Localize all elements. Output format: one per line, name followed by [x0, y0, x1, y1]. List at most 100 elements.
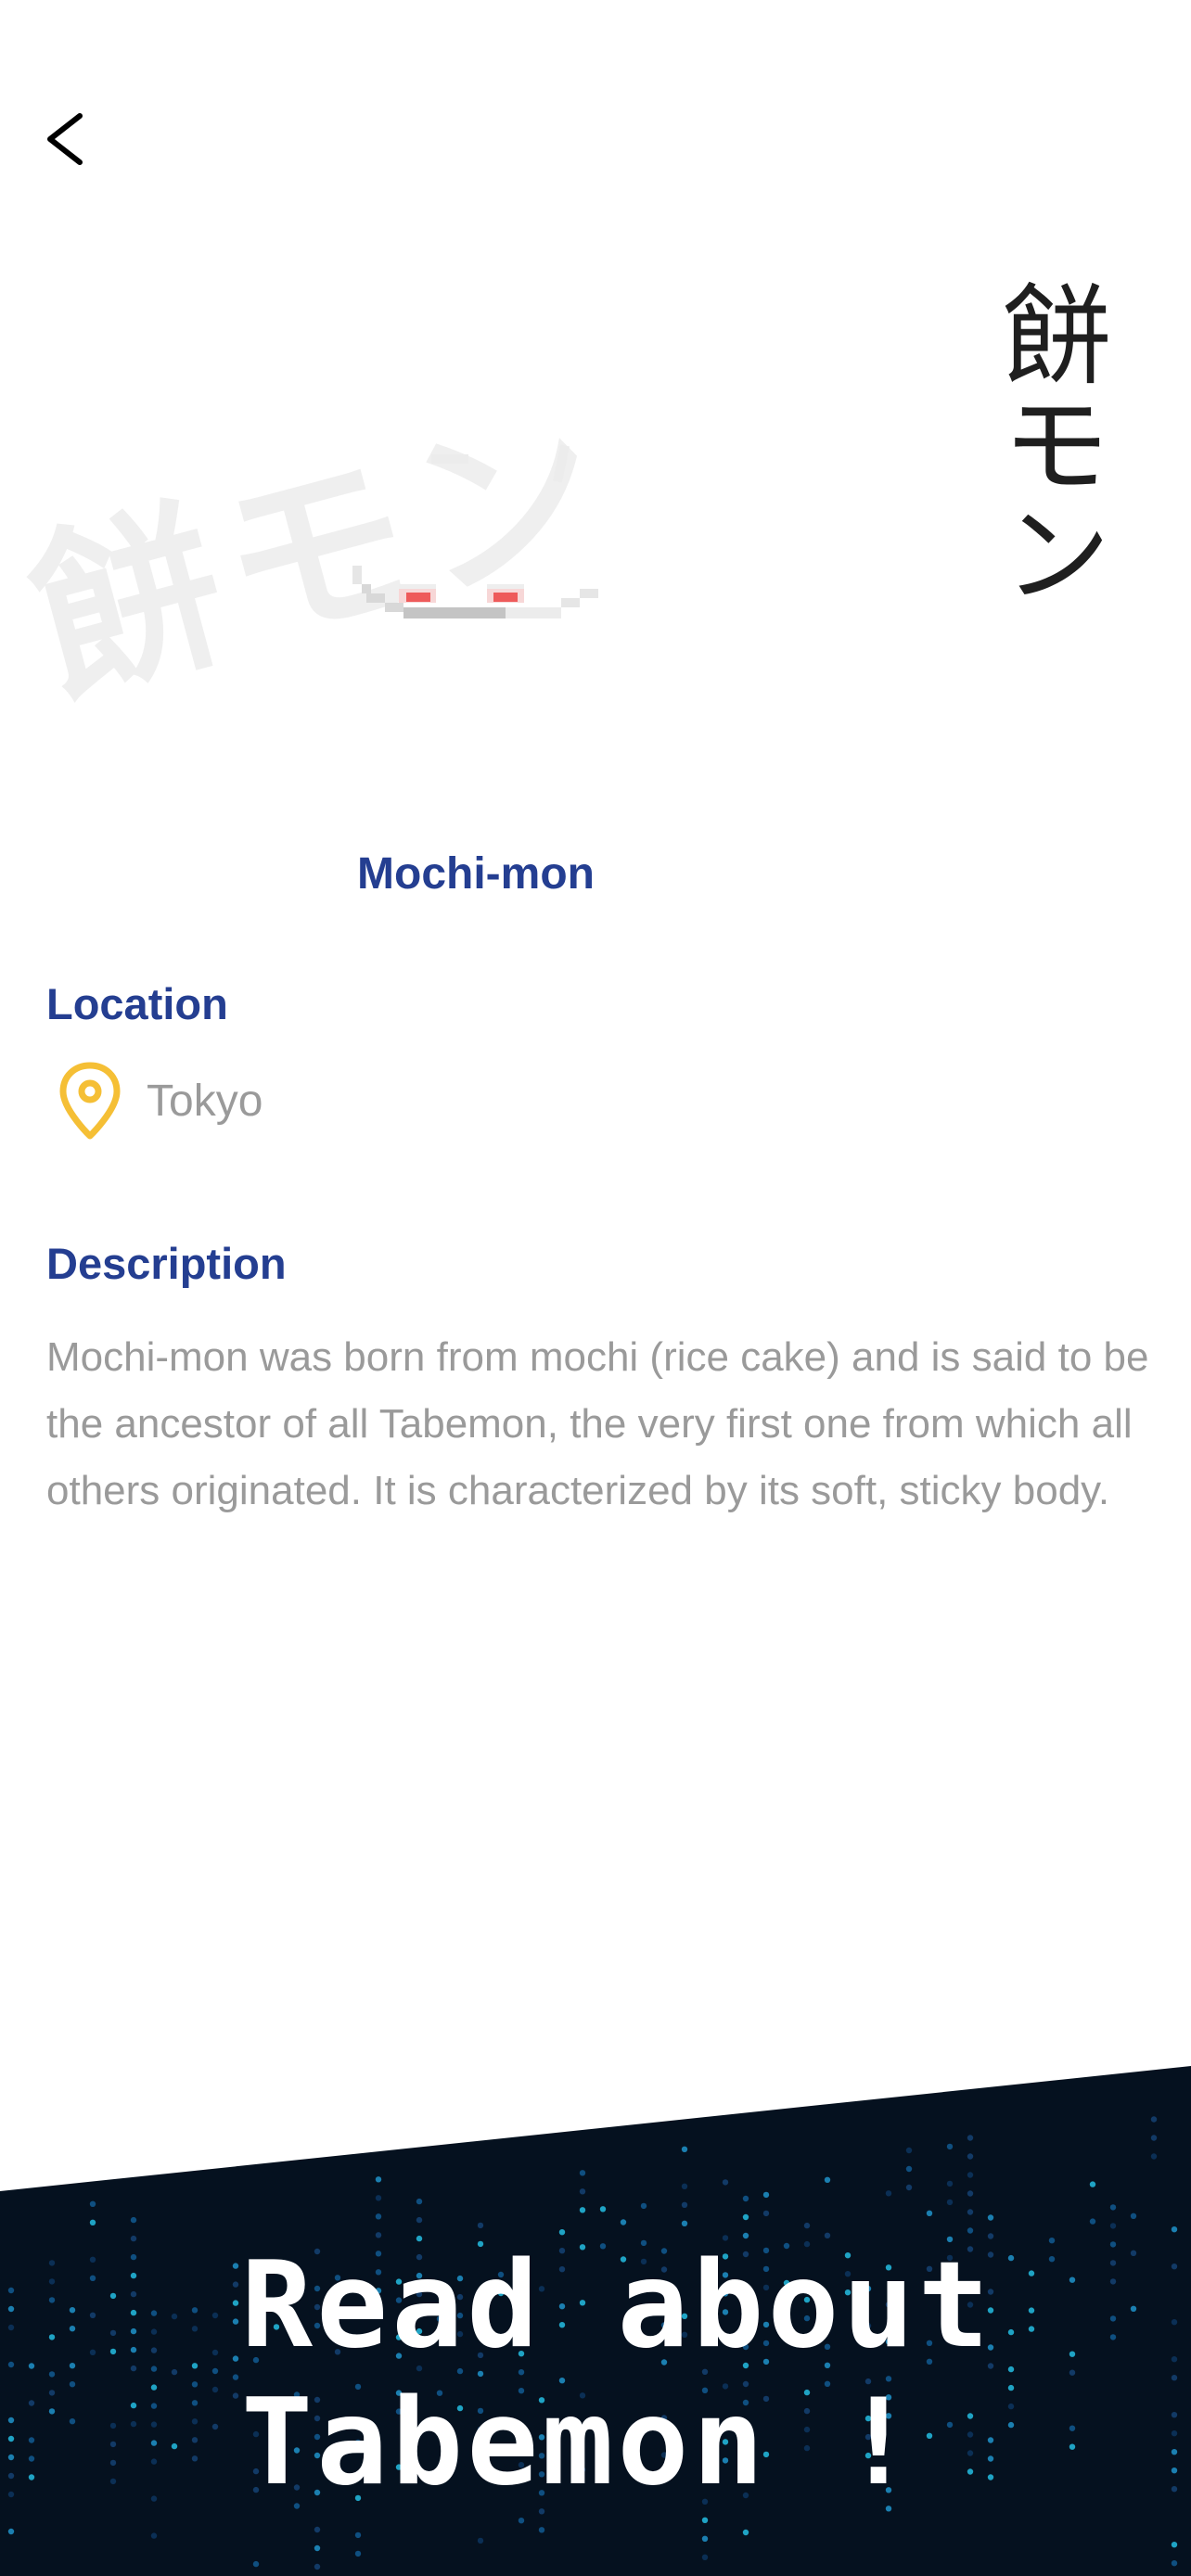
banner-dot: [599, 2206, 607, 2213]
banner-dot: [1109, 2260, 1117, 2266]
banner-dot: [130, 2346, 137, 2353]
banner-dot: [640, 2202, 647, 2210]
banner-dot: [191, 2437, 198, 2443]
banner-dot: [1007, 2403, 1015, 2410]
banner-dot: [762, 2210, 770, 2217]
banner-dot: [130, 2235, 137, 2242]
banner-dot: [1150, 2153, 1158, 2160]
banner-dot: [1109, 2204, 1117, 2211]
banner-dot: [89, 2312, 96, 2318]
banner-dot: [1109, 2241, 1117, 2248]
banner-dot: [1171, 2486, 1178, 2493]
banner-dot: [1007, 2254, 1015, 2262]
banner-dot: [824, 2176, 831, 2183]
banner-dot: [518, 2518, 525, 2524]
banner-dot: [1069, 2351, 1076, 2357]
banner-dot: [375, 2213, 382, 2220]
banner-dot: [1007, 2366, 1015, 2373]
banner-dot: [1069, 2369, 1076, 2376]
banner-dot: [1171, 2375, 1178, 2381]
banner-dot: [48, 2390, 56, 2396]
banner-dot: [579, 2170, 586, 2176]
banner-dot: [354, 2550, 362, 2557]
banner-dot: [130, 2216, 137, 2224]
banner-dot: [69, 2307, 76, 2314]
banner-dot: [681, 2201, 688, 2208]
banner-dot: [130, 2309, 137, 2316]
banner-dot: [69, 2418, 76, 2425]
banner-dot: [742, 2213, 749, 2221]
banner-dot: [211, 2386, 219, 2393]
banner-dot: [967, 2172, 974, 2178]
banner-dot: [191, 2326, 198, 2332]
banner-dot: [109, 2422, 117, 2429]
banner-dot: [7, 2472, 15, 2480]
banner-dot: [232, 2355, 239, 2362]
banner-dot: [762, 2191, 770, 2199]
banner-dot: [69, 2381, 76, 2388]
banner-dot: [211, 2367, 219, 2375]
banner-dot: [28, 2474, 35, 2480]
banner-dot: [538, 2527, 545, 2533]
banner-dot: [7, 2361, 15, 2368]
banner-dot: [130, 2272, 137, 2279]
banner-dot: [1171, 2449, 1178, 2455]
banner-dot: [722, 2179, 729, 2186]
banner-dot: [905, 2165, 913, 2173]
banner-dot: [7, 2287, 15, 2294]
banner-dot: [150, 2310, 158, 2316]
banner-dot: [701, 2535, 709, 2542]
banner-dot: [314, 2563, 321, 2570]
banner-dot: [1048, 2256, 1056, 2263]
banner-dot: [191, 2418, 198, 2425]
banner-dot: [681, 2146, 688, 2152]
banner-dot: [905, 2184, 913, 2191]
banner-dot: [967, 2153, 974, 2160]
banner-dot: [314, 2526, 321, 2533]
banner-dot: [150, 2366, 158, 2372]
banner-dot: [1007, 2384, 1015, 2391]
banner-dot: [1109, 2315, 1117, 2322]
banner-dot: [1109, 2223, 1117, 2229]
banner-dot: [48, 2260, 56, 2266]
banner-dot: [130, 2402, 137, 2409]
banner-dot: [150, 2421, 158, 2428]
banner-dot: [1028, 2270, 1035, 2276]
banner-dot: [150, 2532, 158, 2539]
banner-line-2: Tabemon !: [241, 2374, 918, 2512]
banner-dot: [48, 2334, 56, 2340]
banner-dot: [946, 2143, 954, 2150]
banner-dot: [130, 2290, 137, 2298]
banner-dot: [28, 2363, 35, 2369]
banner-dot: [620, 2219, 627, 2225]
banner-dot: [150, 2384, 158, 2391]
banner-dot: [191, 2363, 198, 2369]
banner-dot: [28, 2400, 35, 2406]
banner-dot: [558, 2229, 566, 2236]
banner-dot: [1089, 2181, 1096, 2187]
banner-dot: [191, 2455, 198, 2462]
banner-line-1: Read about: [241, 2237, 993, 2375]
banner-dot: [1171, 2412, 1178, 2418]
banner-dot: [150, 2403, 158, 2409]
banner-dot: [701, 2517, 709, 2523]
banner-dot: [987, 2214, 994, 2221]
banner-dot: [89, 2256, 96, 2263]
banner-dot: [130, 2253, 137, 2261]
banner-dot: [48, 2371, 56, 2378]
banner-dot: [48, 2278, 56, 2285]
banner-dot: [191, 2400, 198, 2406]
read-about-tabemon-banner[interactable]: Read about Tabemon !: [0, 2066, 1191, 2576]
banner-dot: [803, 2222, 811, 2229]
banner-dot: [1089, 2218, 1096, 2225]
banner-dot: [1171, 2560, 1178, 2567]
description-heading: Description: [46, 1239, 287, 1288]
banner-dot: [89, 2349, 96, 2355]
mochi-mon-sprite: [352, 444, 598, 618]
banner-dot: [109, 2478, 117, 2485]
banner-title: Read about Tabemon !: [241, 2238, 993, 2512]
banner-dot: [946, 2199, 954, 2206]
banner-dot: [1171, 2468, 1178, 2474]
back-button[interactable]: [37, 97, 102, 181]
banner-dot: [130, 2420, 137, 2428]
